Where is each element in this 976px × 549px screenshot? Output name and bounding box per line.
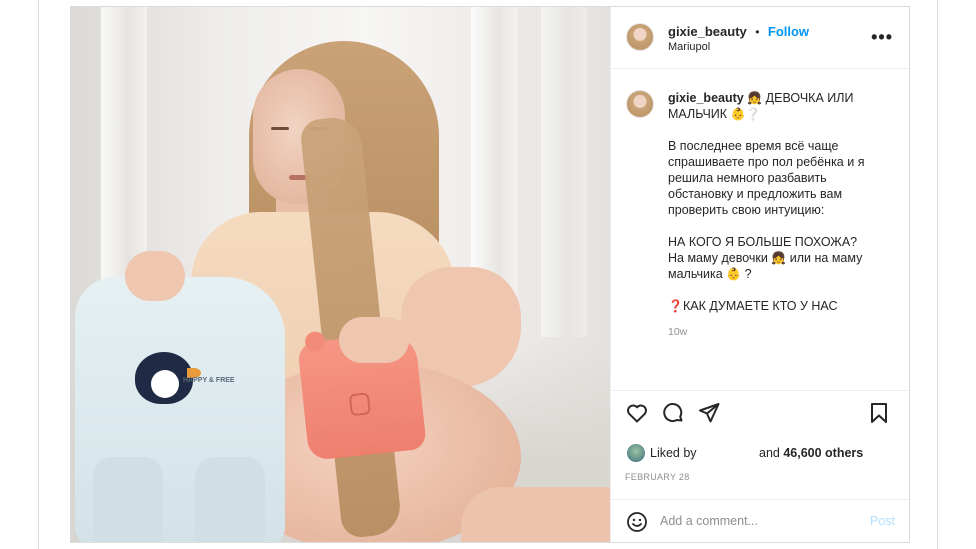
caption-timestamp[interactable]: 10w [668,324,898,340]
hat-logo [348,392,371,417]
likes-count[interactable]: and 46,600 others [759,446,863,460]
caption-question: НА КОГО Я БОЛЬШЕ ПОХОЖА? На маму девочки… [668,234,898,282]
girl-emoji: 👧 [747,91,763,105]
post-photo[interactable]: HAPPY & FREE [71,7,610,542]
liker-avatar[interactable] [627,444,645,462]
likes-and: and [759,446,780,460]
caption-avatar[interactable] [626,90,654,118]
post-date[interactable]: FEBRUARY 28 [625,472,690,482]
header-username[interactable]: gixie_beauty [668,24,747,39]
caption-girl-prefix: На маму девочки [668,251,768,265]
post-side-panel: gixie_beauty • Follow Mariupol ••• gixie… [610,7,909,542]
caption-boy-suffix: ? [744,267,752,281]
caption-boy-middle: или на маму [789,251,863,265]
caption-final-line: КАК ДУМАЕТЕ КТО У НАС [682,299,838,313]
bookmark-icon[interactable] [867,401,891,425]
share-icon[interactable] [697,401,721,425]
caption-final: ❓КАК ДУМАЕТЕ КТО У НАС [668,298,898,314]
likes-row: Liked by and 46,600 others [627,444,897,464]
post-header: gixie_beauty • Follow Mariupol ••• [611,7,909,69]
comment-icon[interactable] [661,401,685,425]
romper-leg [93,457,163,542]
header-separator: • [755,25,760,39]
question-emoji: ❔ [745,107,761,121]
caption-username[interactable]: gixie_beauty [668,91,744,105]
comment-row: Add a comment... Post [611,499,909,542]
caption-boy-prefix: мальчика [668,267,723,281]
avatar[interactable] [626,23,654,51]
romper-print-text: HAPPY & FREE [183,377,235,384]
woman-leg [461,487,610,542]
woman-hand [125,251,185,301]
caption-question-line: НА КОГО Я БОЛЬШЕ ПОХОЖА? [668,235,858,249]
caption-title-line2: МАЛЬЧИК [668,107,728,121]
puffin-belly [151,370,179,398]
caption: gixie_beauty 👧 ДЕВОЧКА ИЛИ МАЛЬЧИК 👶❔ В … [668,90,898,340]
caption-title: gixie_beauty 👧 ДЕВОЧКА ИЛИ МАЛЬЧИК 👶❔ [668,90,898,122]
follow-button[interactable]: Follow [768,24,809,39]
left-divider [38,0,39,549]
heart-icon[interactable] [625,401,649,425]
baby-emoji: 👶 [726,267,742,281]
woman-eye [271,127,289,130]
woman-hand [339,317,409,363]
caption-title-line1: ДЕВОЧКА ИЛИ [765,91,854,105]
emoji-icon[interactable] [625,510,649,534]
location-link[interactable]: Mariupol [668,41,710,53]
post-comment-button[interactable]: Post [870,514,895,528]
likes-others[interactable]: 46,600 others [783,446,863,460]
right-divider [937,0,938,549]
caption-paragraph: В последнее время всё чаще спрашиваете п… [668,139,865,217]
romper-leg [195,457,265,542]
red-question-emoji: ❓ [668,299,683,313]
instagram-post: HAPPY & FREE gixie_beauty • Follow Mariu… [70,6,910,543]
liked-by-label: Liked by [650,446,697,460]
photo-column [541,7,587,337]
action-bar [611,390,909,432]
baby-emoji: 👶 [730,107,746,121]
more-options-button[interactable]: ••• [871,27,893,48]
baby-romper-blue: HAPPY & FREE [75,277,285,542]
girl-emoji: 👧 [771,251,787,265]
comment-input[interactable]: Add a comment... [660,514,758,528]
